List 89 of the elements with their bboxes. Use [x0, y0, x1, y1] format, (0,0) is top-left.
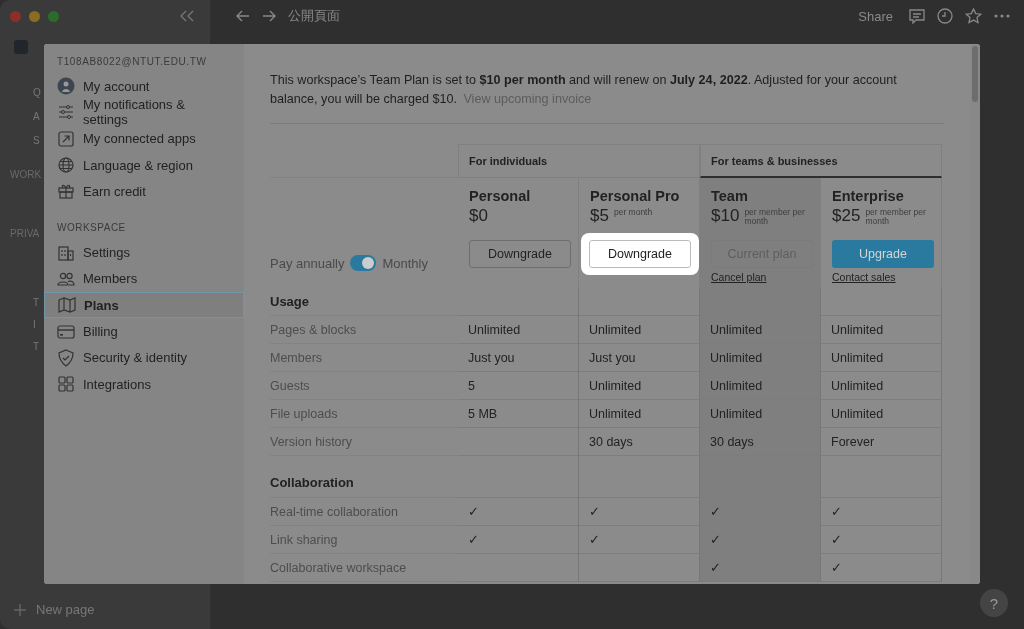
settings-nav-item[interactable]: Billing — [44, 318, 244, 345]
sidebar-item[interactable]: S — [33, 135, 40, 147]
table-cell: ✓ — [821, 554, 942, 582]
plan-price: $0 — [469, 206, 488, 226]
price-period: per member per month — [865, 206, 927, 226]
sidebar-item[interactable]: Q — [33, 87, 41, 99]
star-icon[interactable] — [965, 8, 982, 24]
billing-toggle[interactable] — [350, 255, 377, 271]
feature-label: Link sharing — [270, 526, 458, 554]
back-arrow-icon[interactable] — [236, 10, 250, 22]
section-title: Collaboration — [270, 456, 458, 498]
feature-label: Version history — [270, 428, 458, 456]
plan-price: $10 — [711, 206, 740, 226]
settings-nav-item[interactable]: Earn credit — [44, 178, 244, 205]
settings-nav-item[interactable]: Security & identity — [44, 344, 244, 371]
sidebar-item[interactable]: A — [33, 111, 40, 123]
table-cell: Forever — [821, 428, 942, 456]
avatar-icon — [57, 77, 75, 96]
grid-icon — [57, 375, 75, 394]
plan-link[interactable]: Cancel plan — [711, 271, 767, 283]
plus-icon[interactable] — [14, 603, 26, 616]
table-cell: Unlimited — [821, 344, 942, 372]
settings-nav-item[interactable]: Members — [44, 265, 244, 293]
settings-nav-item[interactable]: My notifications & settings — [44, 99, 244, 126]
forward-arrow-icon[interactable] — [262, 10, 276, 22]
settings-nav-item[interactable]: Plans — [44, 292, 244, 319]
scrollbar[interactable] — [970, 44, 980, 584]
gift-icon — [57, 182, 75, 201]
plan-button[interactable]: Downgrade — [469, 240, 571, 268]
plan-name: Personal Pro — [590, 188, 680, 204]
account-email: T108AB8022@NTUT.EDU.TW — [56, 56, 208, 69]
building-icon — [57, 243, 75, 262]
feature-label: Collaborative workspace — [270, 554, 458, 582]
plan-name: Personal — [469, 188, 531, 204]
feature-label: File uploads — [270, 400, 458, 428]
new-page-button[interactable]: New page — [36, 602, 95, 617]
plan-name: Enterprise — [832, 188, 904, 204]
more-icon[interactable] — [994, 14, 1010, 18]
globe-icon — [57, 156, 75, 175]
table-cell: Unlimited — [700, 316, 821, 344]
toggle-label: Monthly — [382, 255, 428, 271]
feature-label: Members — [270, 344, 458, 372]
table-cell: Unlimited — [458, 316, 579, 344]
feature-label: Real-time collaboration — [270, 498, 458, 526]
table-cell: Unlimited — [821, 372, 942, 400]
settings-nav-item[interactable]: Language & region — [44, 151, 244, 179]
table-cell: ✓ — [700, 526, 821, 554]
minimize-window-icon[interactable] — [29, 10, 40, 22]
table-cell: Unlimited — [700, 344, 821, 372]
table-cell: ✓ — [821, 498, 942, 526]
clock-icon[interactable] — [937, 8, 953, 24]
settings-nav-item[interactable]: Integrations — [44, 370, 244, 398]
comment-icon[interactable] — [909, 8, 925, 24]
plan-group-header: For individuals — [458, 144, 700, 178]
table-cell: Unlimited — [821, 316, 942, 344]
table-cell: ✓ — [821, 526, 942, 554]
shield-icon — [57, 348, 75, 367]
table-cell: 5 — [458, 372, 579, 400]
table-cell: Unlimited — [700, 372, 821, 400]
section-heading: WORKSPACE — [56, 221, 127, 236]
price-period: per month — [613, 206, 654, 217]
table-cell: ✓ — [458, 526, 579, 554]
section-title: Usage — [270, 288, 458, 316]
table-cell: 5 MB — [458, 400, 579, 428]
share-button[interactable]: Share — [858, 8, 893, 24]
zoom-window-icon[interactable] — [48, 10, 59, 22]
double-chevron-icon[interactable] — [180, 10, 194, 22]
feature-label: Guests — [270, 372, 458, 400]
table-cell: ✓ — [458, 498, 579, 526]
plan-link[interactable]: Contact sales — [832, 271, 896, 283]
plan-name: Team — [711, 188, 748, 204]
plan-price: $25 — [832, 206, 861, 226]
table-cell: Unlimited — [700, 400, 821, 428]
table-cell: Just you — [458, 344, 579, 372]
plan-price: $5 — [590, 206, 609, 226]
table-cell: Unlimited — [821, 400, 942, 428]
feature-label: Pages & blocks — [270, 316, 458, 344]
page-title[interactable]: 公開頁面 — [288, 7, 340, 25]
map-icon — [58, 296, 76, 315]
plan-button[interactable]: Upgrade — [832, 240, 934, 268]
card-icon — [57, 322, 75, 341]
toggle-label: Pay annually — [270, 255, 345, 271]
table-cell: 30 days — [700, 428, 821, 456]
plan-button[interactable]: Downgrade — [589, 240, 691, 268]
table-cell: ✓ — [700, 498, 821, 526]
table-cell: ✓ — [700, 554, 821, 582]
settings-nav-item[interactable]: My account — [44, 73, 244, 100]
sliders-icon — [57, 103, 75, 122]
settings-nav-item[interactable]: Settings — [44, 239, 244, 266]
